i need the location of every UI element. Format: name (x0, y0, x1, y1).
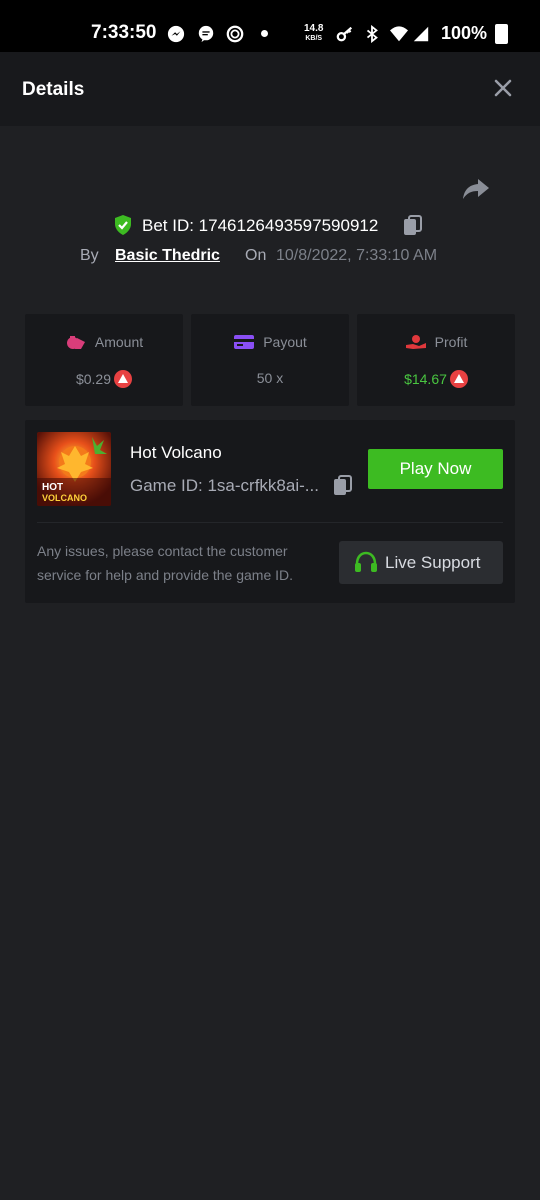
game-name: Hot Volcano (130, 443, 222, 462)
bet-id: Bet ID: 1746126493597590912 (142, 216, 379, 235)
amount-card: Amount $0.29 (25, 314, 183, 406)
payout-value: 50 x (256, 370, 284, 386)
by-label: By (80, 247, 99, 264)
game-thumbnail[interactable]: HOT VOLCANO (37, 432, 111, 506)
money-bag-icon (66, 336, 85, 349)
copy-game-id-icon[interactable] (333, 475, 353, 497)
profit-value: $14.67 (404, 371, 447, 387)
notification-dot (261, 30, 268, 37)
bet-date: 10/8/2022, 7:33:10 AM (276, 247, 438, 264)
share-icon[interactable] (462, 178, 490, 200)
avax-coin-icon (114, 370, 133, 388)
cell-signal-icon (413, 26, 429, 42)
bluetooth-icon (366, 25, 378, 43)
live-support-button[interactable]: Live Support (339, 541, 503, 584)
messenger-icon (167, 25, 185, 43)
status-time: 7:33:50 (91, 22, 157, 43)
volcano-art-icon: HOT VOLCANO (37, 432, 111, 506)
chat-icon (198, 25, 214, 43)
profit-label: Profit (434, 334, 468, 350)
headset-icon (355, 551, 377, 572)
amount-value: $0.29 (75, 371, 112, 387)
svg-text:VOLCANO: VOLCANO (42, 493, 87, 503)
wifi-icon (390, 26, 408, 42)
battery-icon (495, 24, 508, 44)
network-speed: 14.8 KB/S (304, 23, 324, 43)
credit-card-icon (234, 335, 255, 349)
payout-label: Payout (263, 334, 307, 350)
profit-hand-icon (405, 335, 426, 349)
payout-card: Payout 50 x (191, 314, 349, 406)
profit-card: Profit $14.67 (357, 314, 515, 406)
page-title: Details (22, 79, 85, 100)
play-now-button[interactable]: Play Now (368, 449, 503, 489)
page-header: Details (0, 52, 540, 126)
divider (37, 522, 503, 523)
app-ring-icon (226, 25, 244, 43)
svg-text:HOT: HOT (42, 482, 63, 493)
status-bar: 7:33:50 14.8 KB/S 100% (0, 0, 540, 52)
shield-check-icon (115, 215, 131, 235)
live-support-label: Live Support (385, 553, 481, 572)
avax-coin-icon (449, 370, 468, 388)
key-icon (336, 26, 353, 42)
battery-percent: 100% (441, 23, 488, 43)
game-id: Game ID: 1sa-crfkk8ai-... (130, 476, 319, 495)
game-panel: HOT VOLCANO Hot Volcano Game ID: 1sa-crf… (25, 420, 515, 603)
on-label: On (245, 247, 267, 264)
support-hint: Any issues, please contact the customer … (37, 543, 294, 583)
user-link[interactable]: Basic Thedric (115, 247, 220, 265)
close-icon[interactable] (492, 77, 514, 99)
amount-label: Amount (94, 334, 144, 350)
copy-bet-id-icon[interactable] (403, 215, 423, 237)
